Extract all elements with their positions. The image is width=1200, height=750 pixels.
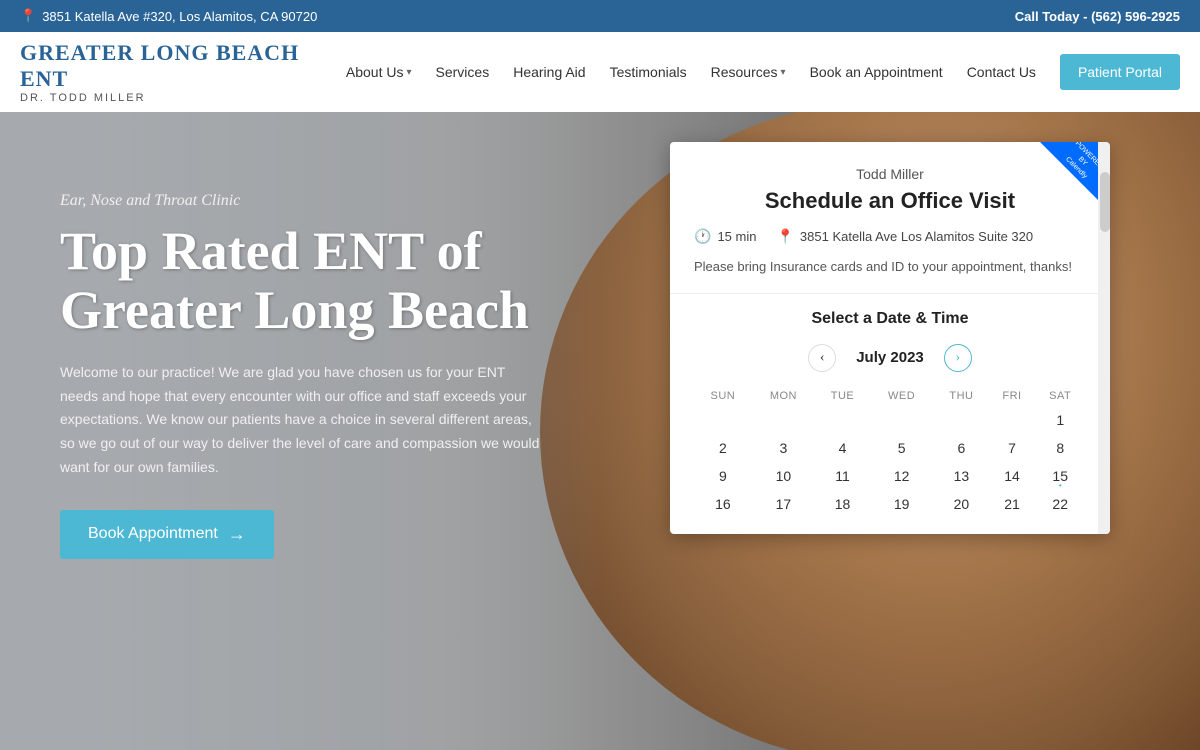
hero-content: Ear, Nose and Throat Clinic Top Rated EN…: [60, 192, 580, 559]
cal-empty: [870, 406, 933, 434]
scrollbar[interactable]: [1098, 142, 1110, 534]
calendar-week-2: 2 3 4 5 6 7 8: [694, 434, 1086, 462]
calendar-week-1: 1: [694, 406, 1086, 434]
cal-day-20[interactable]: 20: [933, 490, 989, 518]
cal-day-19[interactable]: 19: [870, 490, 933, 518]
cal-day-11[interactable]: 11: [815, 462, 870, 490]
day-mon: MON: [752, 386, 815, 406]
cal-day-21[interactable]: 21: [990, 490, 1035, 518]
chevron-right-icon: ›: [955, 350, 960, 366]
address-text: 3851 Katella Ave #320, Los Alamitos, CA …: [42, 9, 317, 24]
cal-day-12[interactable]: 12: [870, 462, 933, 490]
nav-hearing-aid[interactable]: Hearing Aid: [503, 56, 595, 88]
scrollbar-thumb[interactable]: [1100, 172, 1110, 232]
cal-day-6[interactable]: 6: [933, 434, 989, 462]
prev-month-button[interactable]: ‹: [808, 344, 836, 372]
day-sat: SAT: [1034, 386, 1086, 406]
navbar: Greater Long Beach ENT Dr. Todd Miller A…: [0, 32, 1200, 112]
logo-subtitle: Dr. Todd Miller: [20, 92, 336, 104]
phone-number: (562) 596-2925: [1091, 9, 1180, 24]
cal-day-15[interactable]: 15: [1034, 462, 1086, 490]
cal-empty: [933, 406, 989, 434]
cal-day-17[interactable]: 17: [752, 490, 815, 518]
chevron-down-icon: ▾: [781, 67, 786, 78]
day-fri: FRI: [990, 386, 1035, 406]
cal-day-16[interactable]: 16: [694, 490, 752, 518]
cal-day-18[interactable]: 18: [815, 490, 870, 518]
chevron-left-icon: ‹: [820, 350, 825, 366]
calendar-panel: POWEREDBYCalendly Todd Miller Schedule a…: [670, 142, 1110, 534]
day-tue: TUE: [815, 386, 870, 406]
logo[interactable]: Greater Long Beach ENT Dr. Todd Miller: [20, 40, 336, 104]
hero-subtitle: Ear, Nose and Throat Clinic: [60, 192, 580, 210]
cal-day-9[interactable]: 9: [694, 462, 752, 490]
select-date-time-label: Select a Date & Time: [694, 310, 1086, 328]
cal-day-10[interactable]: 10: [752, 462, 815, 490]
chevron-down-icon: ▾: [406, 67, 411, 78]
calendar-doctor-name: Todd Miller: [694, 166, 1086, 182]
nav-resources[interactable]: Resources ▾: [701, 56, 796, 88]
location-icon: 📍: [20, 8, 36, 24]
clock-icon: 🕐: [694, 228, 711, 245]
calendar-visit-title: Schedule an Office Visit: [694, 188, 1086, 214]
calendar-meta: 🕐 15 min 📍 3851 Katella Ave Los Alamitos…: [694, 228, 1086, 245]
calendar-duration: 🕐 15 min: [694, 228, 756, 245]
day-wed: WED: [870, 386, 933, 406]
top-bar: 📍 3851 Katella Ave #320, Los Alamitos, C…: [0, 0, 1200, 32]
calendar-navigation: ‹ July 2023 ›: [694, 344, 1086, 372]
nav-services[interactable]: Services: [426, 56, 500, 88]
duration-text: 15 min: [717, 229, 756, 244]
book-appointment-label: Book Appointment: [88, 525, 218, 543]
cal-empty: [815, 406, 870, 434]
current-month-label: July 2023: [856, 349, 924, 366]
hero-section: Ear, Nose and Throat Clinic Top Rated EN…: [0, 112, 1200, 750]
day-sun: SUN: [694, 386, 752, 406]
next-month-button[interactable]: ›: [944, 344, 972, 372]
calendar-week-3: 9 10 11 12 13 14 15: [694, 462, 1086, 490]
cal-day-13[interactable]: 13: [933, 462, 989, 490]
address-bar: 📍 3851 Katella Ave #320, Los Alamitos, C…: [20, 8, 317, 24]
cal-day-8[interactable]: 8: [1034, 434, 1086, 462]
calendar-body-rows: 1 2 3 4 5 6 7 8 9 10 11: [694, 406, 1086, 518]
cal-day-4[interactable]: 4: [815, 434, 870, 462]
calendar-header-row: SUN MON TUE WED THU FRI SAT: [694, 386, 1086, 406]
hero-description: Welcome to our practice! We are glad you…: [60, 361, 540, 480]
cal-day-14[interactable]: 14: [990, 462, 1035, 490]
hero-title: Top Rated ENT of Greater Long Beach: [60, 222, 580, 341]
phone-label: Call Today -: [1015, 9, 1088, 24]
calendar-note: Please bring Insurance cards and ID to y…: [694, 257, 1086, 277]
nav-about[interactable]: About Us ▾: [336, 56, 422, 88]
logo-title: Greater Long Beach ENT: [20, 40, 336, 92]
book-appointment-button[interactable]: Book Appointment →: [60, 510, 274, 559]
map-pin-icon: 📍: [776, 228, 793, 245]
calendar-week-4: 16 17 18 19 20 21 22: [694, 490, 1086, 518]
cal-empty: [990, 406, 1035, 434]
phone-bar: Call Today - (562) 596-2925: [1015, 9, 1180, 24]
calendar-grid: SUN MON TUE WED THU FRI SAT: [694, 386, 1086, 518]
cal-day-22[interactable]: 22: [1034, 490, 1086, 518]
nav-book-appointment[interactable]: Book an Appointment: [800, 56, 953, 88]
cal-day-7[interactable]: 7: [990, 434, 1035, 462]
calendar-header: Todd Miller Schedule an Office Visit 🕐 1…: [670, 142, 1110, 294]
cal-empty: [694, 406, 752, 434]
cal-day-5[interactable]: 5: [870, 434, 933, 462]
calendar-address: 📍 3851 Katella Ave Los Alamitos Suite 32…: [776, 228, 1033, 245]
arrow-right-icon: →: [228, 524, 246, 545]
patient-portal-button[interactable]: Patient Portal: [1060, 54, 1180, 90]
nav-links: About Us ▾ Services Hearing Aid Testimon…: [336, 54, 1180, 90]
calendar-body: Select a Date & Time ‹ July 2023 › SUN M…: [670, 294, 1110, 534]
calendar-address-text: 3851 Katella Ave Los Alamitos Suite 320: [800, 229, 1033, 244]
cal-day-2[interactable]: 2: [694, 434, 752, 462]
nav-contact[interactable]: Contact Us: [957, 56, 1046, 88]
cal-empty: [752, 406, 815, 434]
cal-day-1[interactable]: 1: [1034, 406, 1086, 434]
cal-day-3[interactable]: 3: [752, 434, 815, 462]
day-thu: THU: [933, 386, 989, 406]
nav-testimonials[interactable]: Testimonials: [600, 56, 697, 88]
